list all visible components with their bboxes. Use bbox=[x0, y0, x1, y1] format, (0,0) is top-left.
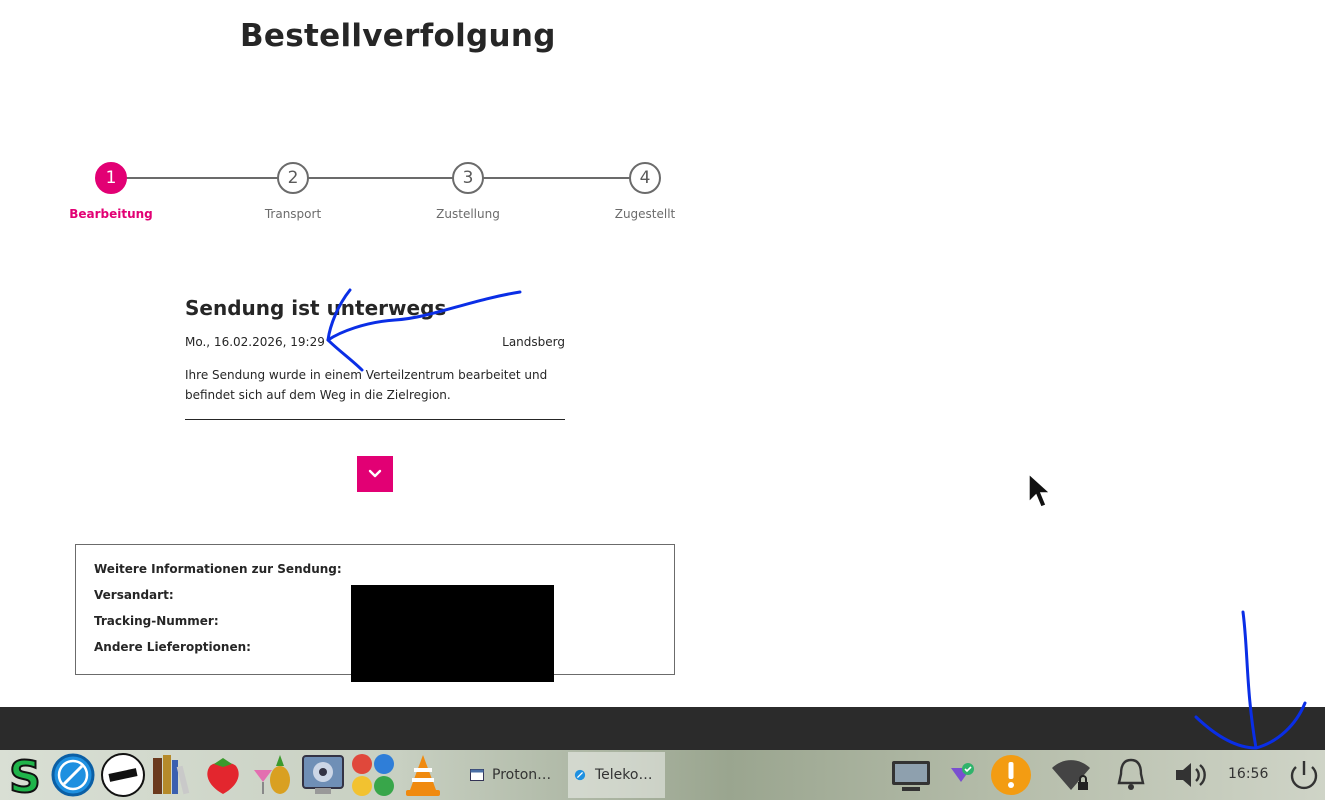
expand-history-button[interactable] bbox=[357, 456, 393, 492]
shipping-type-label: Versandart: bbox=[94, 588, 174, 602]
step-1-label: Bearbeitung bbox=[69, 207, 153, 221]
taskbar-clock[interactable]: 16:56 bbox=[1228, 766, 1268, 782]
vpn-shield-icon[interactable] bbox=[938, 752, 984, 798]
browser-compass-icon bbox=[574, 769, 586, 781]
notification-bell-icon[interactable] bbox=[1108, 752, 1154, 798]
cocktail-pineapple-icon[interactable] bbox=[250, 752, 296, 798]
step-4-label: Zugestellt bbox=[614, 207, 676, 221]
chevron-down-icon bbox=[368, 469, 382, 478]
task-window-proton[interactable]: Proton… bbox=[470, 752, 565, 798]
task-window-label: Proton… bbox=[492, 767, 552, 783]
volume-icon[interactable] bbox=[1168, 752, 1214, 798]
step-3-circle[interactable]: 3 bbox=[452, 162, 484, 194]
disc-app-icon[interactable] bbox=[100, 752, 146, 798]
tracking-number-label: Tracking-Nummer: bbox=[94, 614, 219, 628]
browser-compass-icon[interactable] bbox=[50, 752, 96, 798]
shipment-location: Landsberg bbox=[502, 335, 565, 349]
shipment-date: Mo., 16.02.2026, 19:29 bbox=[185, 335, 325, 349]
window-icon bbox=[470, 769, 484, 781]
stepper-track bbox=[111, 177, 646, 179]
step-2-label: Transport bbox=[264, 207, 322, 221]
shipment-description: Ihre Sendung wurde in einem Verteilzentr… bbox=[185, 368, 548, 402]
shipment-title: Sendung ist unterwegs bbox=[185, 296, 447, 320]
other-options-label: Andere Lieferoptionen: bbox=[94, 640, 251, 654]
page-title: Bestellverfolgung bbox=[240, 18, 556, 54]
s-app-icon[interactable]: S bbox=[2, 751, 48, 802]
redacted-block bbox=[351, 585, 554, 682]
update-warning-icon[interactable] bbox=[988, 752, 1034, 798]
box-game-icon[interactable] bbox=[350, 752, 396, 798]
media-player-icon[interactable] bbox=[300, 752, 346, 798]
mouse-cursor-icon bbox=[1028, 472, 1052, 508]
wifi-lock-icon[interactable] bbox=[1048, 752, 1094, 798]
display-icon[interactable] bbox=[888, 752, 934, 798]
step-2-circle[interactable]: 2 bbox=[277, 162, 309, 194]
svg-text:S: S bbox=[9, 752, 41, 798]
vlc-cone-icon[interactable] bbox=[400, 752, 446, 798]
task-window-label: Teleko… bbox=[595, 767, 653, 783]
task-window-telekom[interactable]: Teleko… bbox=[568, 752, 665, 798]
calibre-books-icon[interactable] bbox=[150, 752, 196, 798]
info-heading: Weitere Informationen zur Sendung: bbox=[94, 562, 342, 576]
step-4-circle[interactable]: 4 bbox=[629, 162, 661, 194]
power-icon[interactable] bbox=[1281, 752, 1325, 798]
page-footer bbox=[0, 707, 1325, 750]
divider bbox=[185, 419, 565, 420]
step-1-circle[interactable]: 1 bbox=[95, 162, 127, 194]
step-3-label: Zustellung bbox=[436, 207, 500, 221]
strawberry-icon[interactable] bbox=[200, 752, 246, 798]
